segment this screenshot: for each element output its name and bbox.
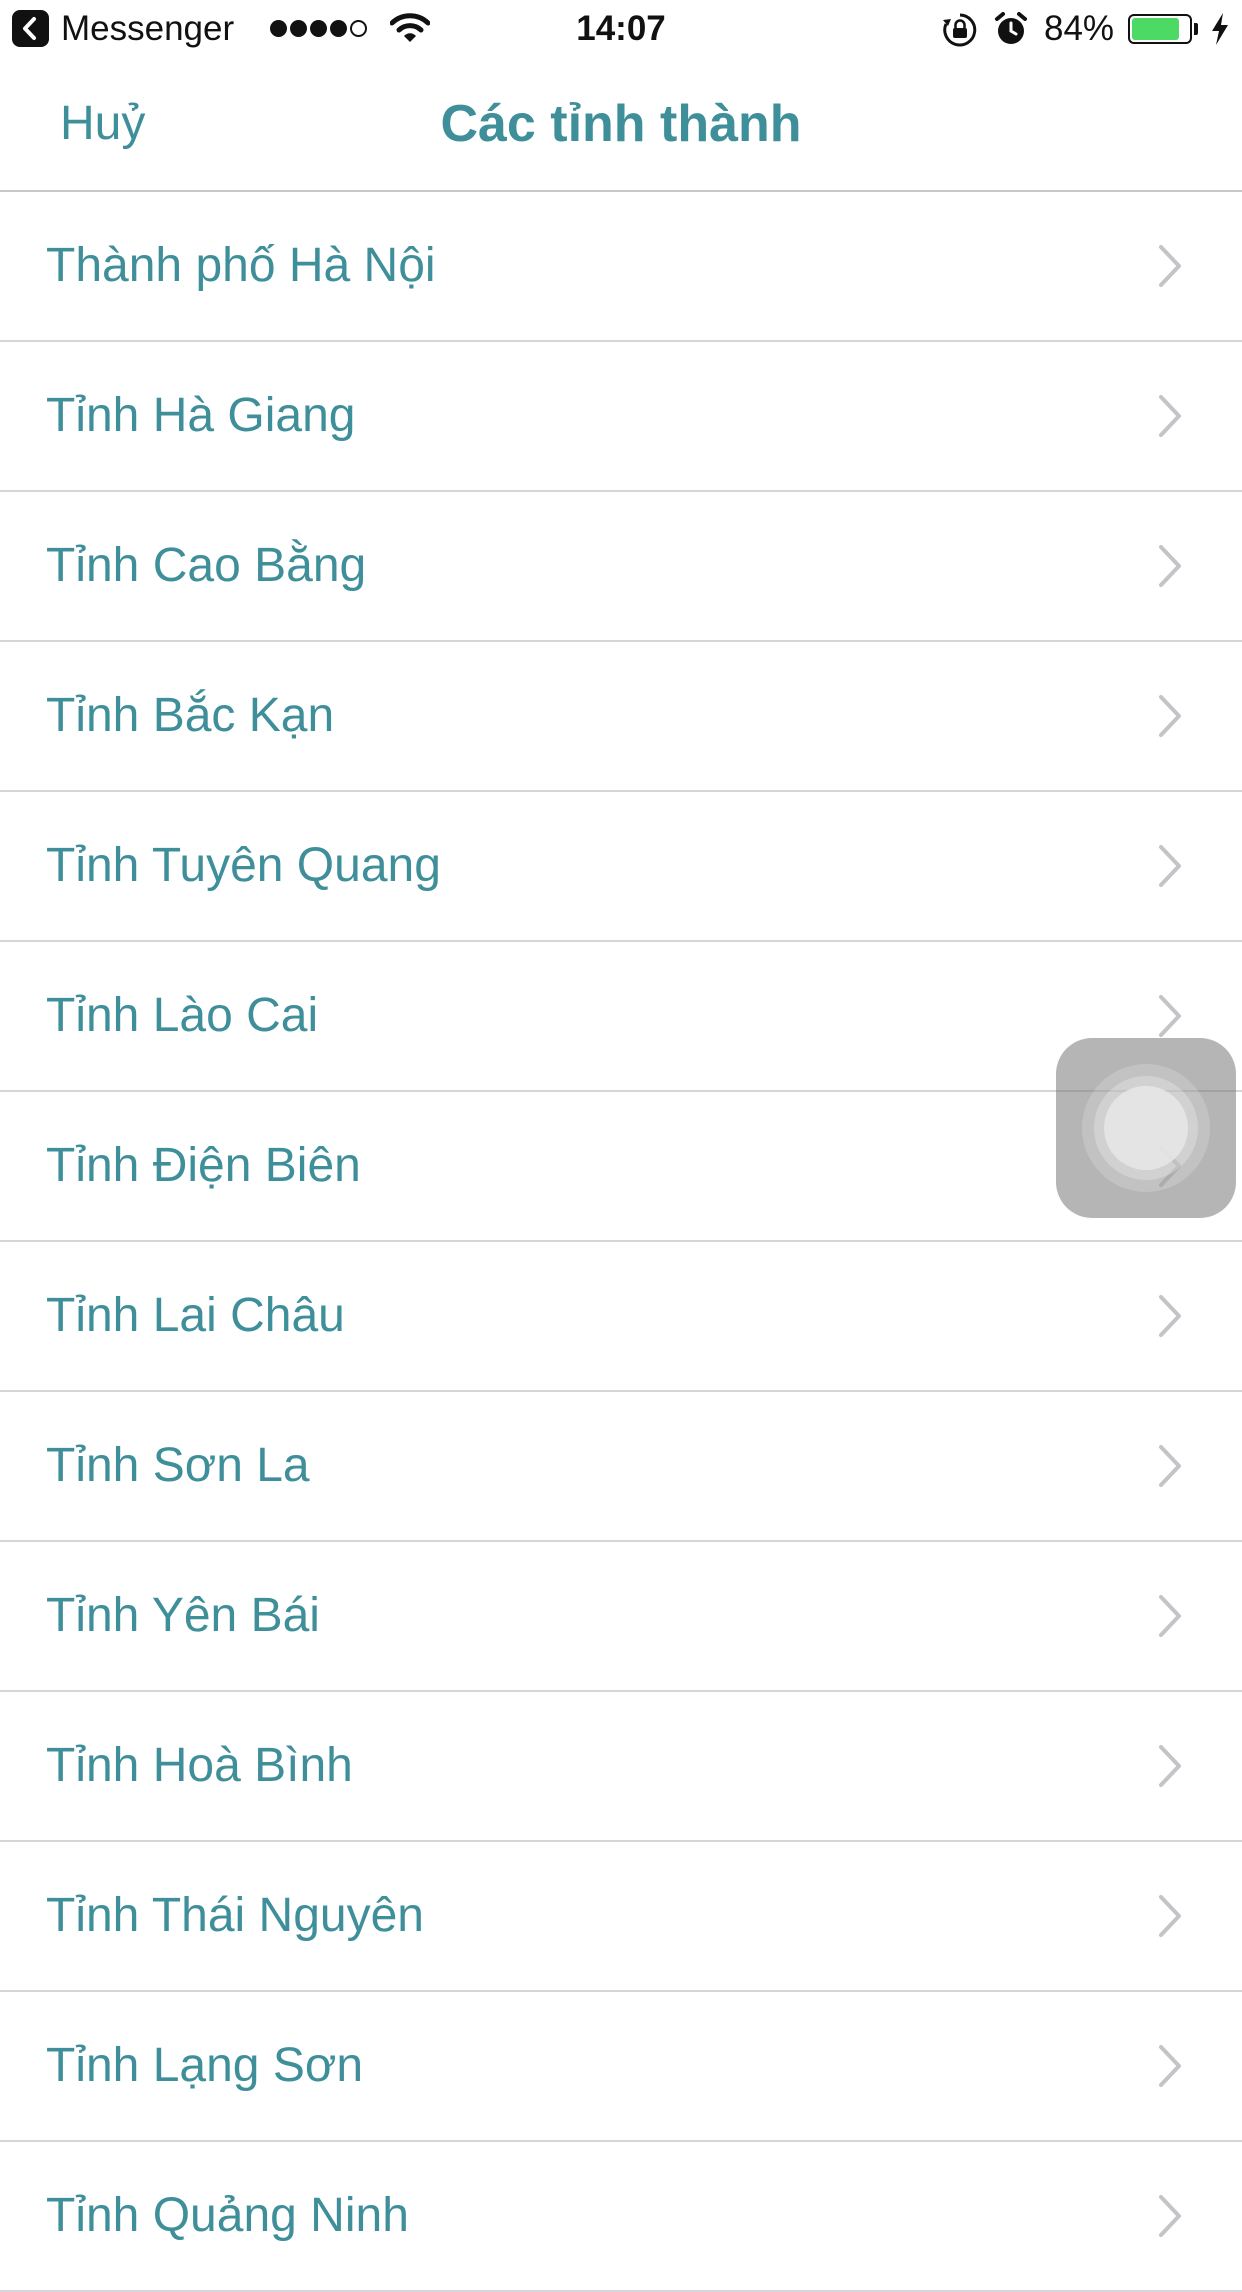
chevron-right-icon bbox=[1158, 2194, 1182, 2243]
battery-level-fill bbox=[1132, 18, 1179, 40]
province-label: Tỉnh Điện Biên bbox=[46, 1139, 361, 1192]
chevron-right-icon bbox=[1158, 694, 1182, 743]
chevron-right-icon bbox=[1158, 1594, 1182, 1643]
navigation-bar: Huỷ Các tỉnh thành bbox=[0, 60, 1242, 192]
province-label: Tỉnh Hoà Bình bbox=[46, 1739, 353, 1792]
alarm-icon bbox=[995, 12, 1027, 44]
province-label: Tỉnh Quảng Ninh bbox=[46, 2189, 409, 2242]
chevron-right-icon bbox=[1158, 1744, 1182, 1793]
battery-percent: 84% bbox=[1044, 9, 1115, 48]
chevron-right-icon bbox=[1158, 1294, 1182, 1343]
province-row[interactable]: Tỉnh Lai Châu bbox=[0, 1242, 1242, 1392]
province-row[interactable]: Tỉnh Quảng Ninh bbox=[0, 2142, 1242, 2292]
chevron-right-icon bbox=[1158, 544, 1182, 593]
chevron-right-icon bbox=[1158, 1894, 1182, 1943]
province-label: Tỉnh Lào Cai bbox=[46, 989, 319, 1042]
province-row[interactable]: Tỉnh Hà Giang bbox=[0, 342, 1242, 492]
province-label: Tỉnh Thái Nguyên bbox=[46, 1889, 424, 1942]
province-row[interactable]: Tỉnh Lạng Sơn bbox=[0, 1992, 1242, 2142]
chevron-right-icon bbox=[1158, 244, 1182, 293]
chevron-right-icon bbox=[1158, 844, 1182, 893]
province-label: Tỉnh Yên Bái bbox=[46, 1589, 320, 1642]
assistive-touch-button[interactable] bbox=[1056, 1038, 1236, 1218]
province-label: Tỉnh Lạng Sơn bbox=[46, 2039, 364, 2092]
province-label: Tỉnh Bắc Kạn bbox=[46, 689, 335, 742]
province-row[interactable]: Tỉnh Sơn La bbox=[0, 1392, 1242, 1542]
province-row[interactable]: Thành phố Hà Nội bbox=[0, 192, 1242, 342]
province-list: Thành phố Hà Nội Tỉnh Hà Giang Tỉnh Cao Bằ… bbox=[0, 192, 1242, 2292]
province-label: Tỉnh Sơn La bbox=[46, 1439, 310, 1492]
province-label: Tỉnh Lai Châu bbox=[46, 1289, 345, 1342]
charging-bolt-icon bbox=[1212, 13, 1228, 45]
orientation-lock-icon bbox=[943, 13, 977, 47]
chevron-right-icon bbox=[1158, 994, 1182, 1043]
battery-icon bbox=[1128, 14, 1192, 44]
chevron-right-icon bbox=[1158, 1444, 1182, 1493]
chevron-right-icon bbox=[1158, 2044, 1182, 2093]
province-row[interactable]: Tỉnh Thái Nguyên bbox=[0, 1842, 1242, 1992]
province-row[interactable]: Tỉnh Hoà Bình bbox=[0, 1692, 1242, 1842]
status-bar: Messenger 14:07 84% bbox=[0, 0, 1242, 60]
province-row[interactable]: Tỉnh Yên Bái bbox=[0, 1542, 1242, 1692]
province-row[interactable]: Tỉnh Tuyên Quang bbox=[0, 792, 1242, 942]
province-label: Thành phố Hà Nội bbox=[46, 239, 436, 292]
province-row[interactable]: Tỉnh Bắc Kạn bbox=[0, 642, 1242, 792]
province-row[interactable]: Tỉnh Cao Bằng bbox=[0, 492, 1242, 642]
page-title: Các tỉnh thành bbox=[440, 95, 802, 153]
chevron-right-icon bbox=[1158, 394, 1182, 443]
province-label: Tỉnh Tuyên Quang bbox=[46, 839, 441, 892]
province-label: Tỉnh Cao Bằng bbox=[46, 539, 367, 592]
province-label: Tỉnh Hà Giang bbox=[46, 389, 356, 442]
